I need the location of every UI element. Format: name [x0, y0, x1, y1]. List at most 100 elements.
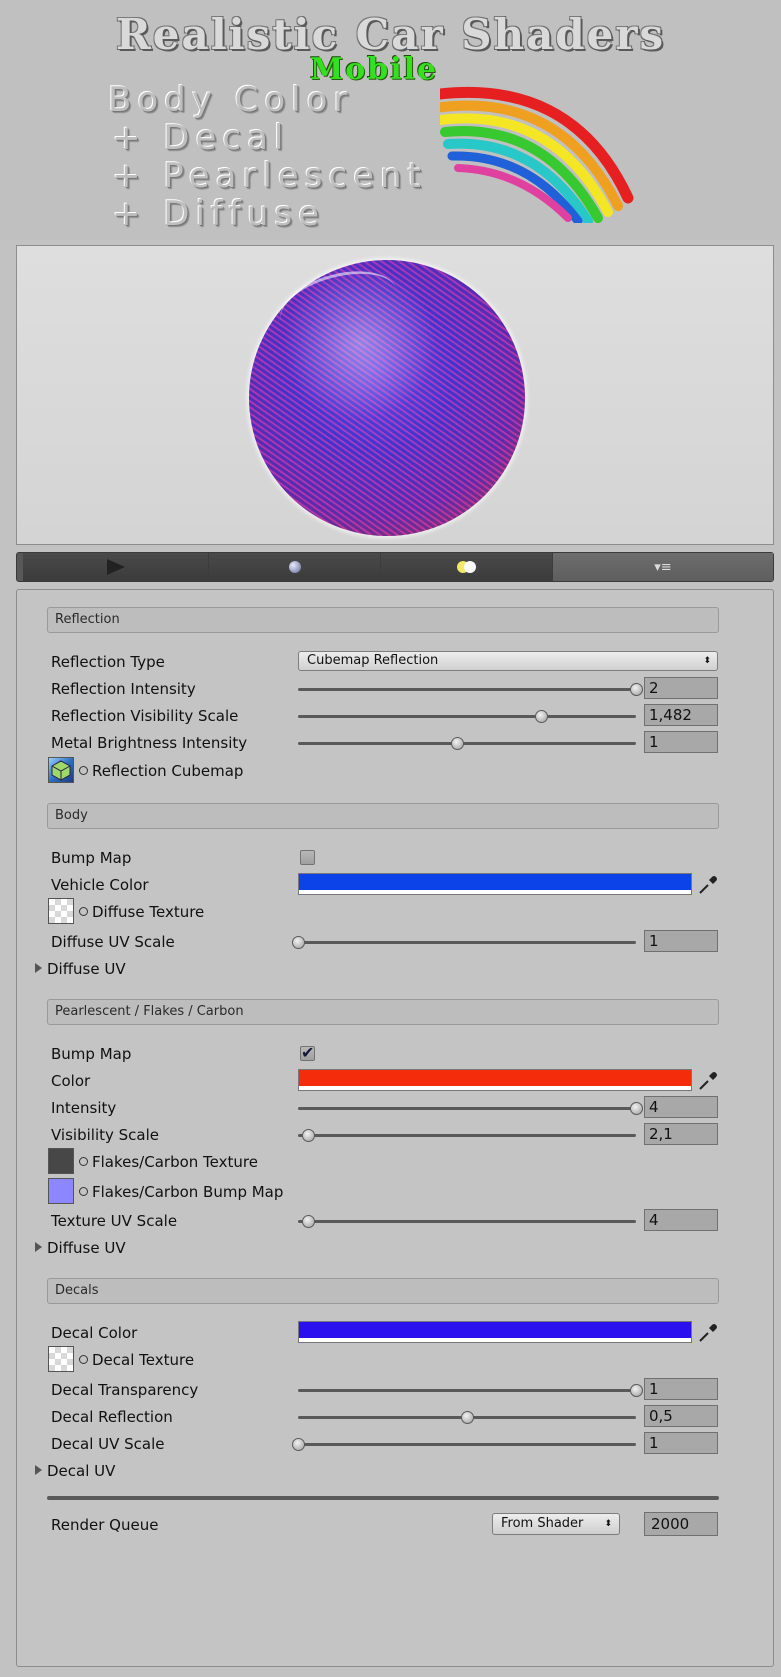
flakes-texture-slot-label[interactable]: Flakes/Carbon Texture	[79, 1149, 258, 1175]
object-picker-icon[interactable]	[79, 907, 88, 916]
row-pearl-intensity: Intensity 4	[17, 1095, 773, 1121]
reflection-intensity-slider[interactable]	[298, 683, 643, 696]
reflection-type-label: Reflection Type	[51, 653, 165, 671]
row-decal-transparency: Decal Transparency 1	[17, 1377, 773, 1403]
row-decal-texture: Decal Texture	[17, 1346, 773, 1373]
row-metal-brightness: Metal Brightness Intensity 1	[17, 730, 773, 756]
flakes-bump-slot-label[interactable]: Flakes/Carbon Bump Map	[79, 1179, 283, 1205]
diffuse-texture-thumbnail[interactable]	[48, 898, 74, 924]
rainbow-logo-icon	[440, 86, 634, 223]
pearl-diffuse-uv-foldout[interactable]: Diffuse UV	[35, 1235, 126, 1261]
cube-icon	[51, 760, 71, 781]
row-flakes-texture: Flakes/Carbon Texture	[17, 1148, 773, 1175]
section-header-decals: Decals	[47, 1278, 719, 1304]
pearl-visibility-slider[interactable]	[298, 1129, 636, 1142]
row-vehicle-color: Vehicle Color	[17, 872, 773, 898]
row-decal-color: Decal Color	[17, 1320, 773, 1346]
reflection-visibility-field[interactable]: 1,482	[644, 704, 718, 726]
metal-brightness-field[interactable]: 1	[644, 731, 718, 753]
row-decal-uv-foldout: Decal UV	[17, 1458, 773, 1484]
decal-texture-thumbnail[interactable]	[48, 1346, 74, 1372]
preview-sphere	[249, 260, 525, 536]
cubemap-label-text: Reflection Cubemap	[92, 762, 244, 780]
slider-thumb[interactable]	[461, 1411, 474, 1424]
pearl-visibility-field[interactable]: 2,1	[644, 1123, 718, 1145]
reflection-visibility-slider[interactable]	[298, 710, 636, 723]
texture-uv-scale-field[interactable]: 4	[644, 1209, 718, 1231]
preview-mesh-button[interactable]	[209, 553, 381, 581]
menu-icon: ▾≡	[654, 559, 672, 575]
decal-uv-scale-slider[interactable]	[292, 1438, 636, 1451]
slider-thumb[interactable]	[630, 1384, 643, 1397]
row-render-queue: Render Queue From Shader ⬍ 2000	[17, 1512, 773, 1538]
light-icon	[456, 561, 477, 573]
cubemap-slot-label[interactable]: Reflection Cubemap	[79, 758, 243, 784]
flakes-bump-label-text: Flakes/Carbon Bump Map	[92, 1183, 284, 1201]
diffuse-uv-scale-label: Diffuse UV Scale	[51, 933, 175, 951]
decal-texture-slot-label[interactable]: Decal Texture	[79, 1347, 194, 1373]
diffuse-uv-scale-slider[interactable]	[292, 936, 636, 949]
flakes-bump-thumbnail[interactable]	[48, 1178, 74, 1204]
body-bump-checkbox[interactable]	[300, 850, 315, 865]
sphere-icon	[288, 561, 301, 573]
flakes-texture-thumbnail[interactable]	[48, 1148, 74, 1174]
slider-thumb[interactable]	[302, 1215, 316, 1228]
slider-thumb[interactable]	[535, 710, 549, 723]
eyedropper-icon[interactable]	[697, 1322, 719, 1344]
pearl-intensity-label: Intensity	[51, 1099, 117, 1117]
preview-lighting-button[interactable]	[381, 553, 553, 581]
row-pearl-uv-foldout: Diffuse UV	[17, 1235, 773, 1261]
decal-color-field[interactable]	[298, 1321, 692, 1343]
cubemap-thumbnail[interactable]	[48, 757, 74, 783]
foldout-arrow-icon	[35, 1242, 42, 1252]
pearl-intensity-slider[interactable]	[298, 1102, 643, 1115]
eyedropper-icon[interactable]	[697, 874, 719, 896]
section-header-reflection: Reflection	[47, 607, 719, 633]
row-reflection-visibility: Reflection Visibility Scale 1,482	[17, 703, 773, 729]
decal-reflection-field[interactable]: 0,5	[644, 1405, 718, 1427]
banner-line-diffuse: + Diffuse	[112, 194, 326, 234]
pearl-bump-label: Bump Map	[51, 1045, 132, 1063]
pearl-color-field[interactable]	[298, 1069, 692, 1091]
slider-thumb[interactable]	[630, 1102, 643, 1115]
reflection-intensity-field[interactable]: 2	[644, 677, 718, 699]
preview-settings-button[interactable]: ▾≡	[553, 553, 773, 581]
texture-uv-scale-slider[interactable]	[298, 1215, 636, 1228]
decal-uv-foldout[interactable]: Decal UV	[35, 1458, 115, 1484]
metal-brightness-slider[interactable]	[298, 737, 636, 750]
diffuse-texture-label-text: Diffuse Texture	[92, 903, 205, 921]
row-body-bump: Bump Map	[17, 845, 773, 871]
slider-thumb[interactable]	[630, 683, 643, 696]
pearl-intensity-field[interactable]: 4	[644, 1096, 718, 1118]
pearl-bump-checkbox[interactable]	[300, 1043, 315, 1062]
diffuse-uv-foldout[interactable]: Diffuse UV	[35, 956, 126, 982]
object-picker-icon[interactable]	[79, 1355, 88, 1364]
object-picker-icon[interactable]	[79, 1157, 88, 1166]
foldout-arrow-icon	[35, 1465, 42, 1475]
object-picker-icon[interactable]	[79, 1187, 88, 1196]
foldout-arrow-icon	[35, 963, 42, 973]
row-texture-uv-scale: Texture UV Scale 4	[17, 1208, 773, 1234]
diffuse-uv-scale-field[interactable]: 1	[644, 930, 718, 952]
slider-thumb[interactable]	[292, 1438, 305, 1451]
eyedropper-icon[interactable]	[697, 1070, 719, 1092]
decal-transparency-field[interactable]: 1	[644, 1378, 718, 1400]
decal-transparency-label: Decal Transparency	[51, 1381, 199, 1399]
decal-color-label: Decal Color	[51, 1324, 138, 1342]
object-picker-icon[interactable]	[79, 766, 88, 775]
pearl-visibility-label: Visibility Scale	[51, 1126, 159, 1144]
material-preview[interactable]	[16, 245, 774, 545]
slider-thumb[interactable]	[302, 1129, 316, 1142]
render-queue-dropdown[interactable]: From Shader ⬍	[492, 1513, 620, 1535]
diffuse-texture-slot-label[interactable]: Diffuse Texture	[79, 899, 204, 925]
slider-thumb[interactable]	[292, 936, 305, 949]
play-button[interactable]	[23, 553, 209, 581]
vehicle-color-field[interactable]	[298, 873, 692, 895]
divider	[47, 1496, 719, 1500]
slider-thumb[interactable]	[450, 737, 464, 750]
render-queue-field[interactable]: 2000	[644, 1512, 718, 1536]
decal-transparency-slider[interactable]	[298, 1384, 643, 1397]
decal-reflection-slider[interactable]	[298, 1411, 636, 1424]
decal-uv-scale-field[interactable]: 1	[644, 1432, 718, 1454]
reflection-type-dropdown[interactable]: Cubemap Reflection ⬍	[298, 651, 718, 671]
